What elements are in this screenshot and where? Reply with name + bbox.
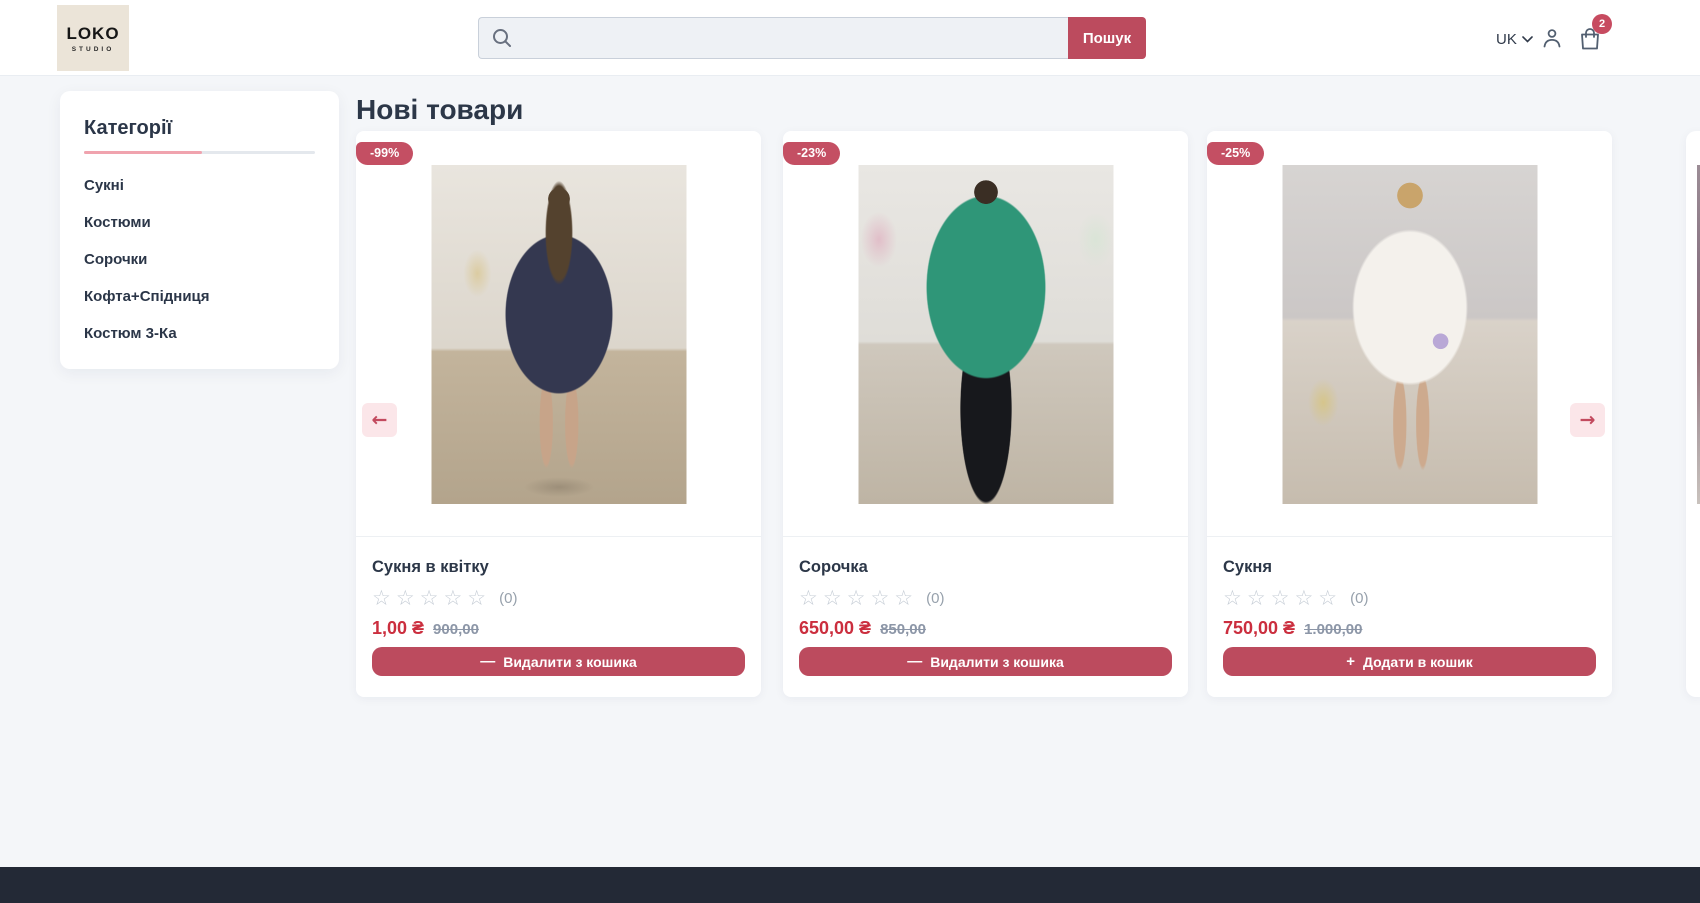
footer bbox=[0, 867, 1700, 903]
language-selector[interactable]: UK bbox=[1496, 28, 1533, 50]
remove-from-cart-button[interactable]: — Видалити з кошика bbox=[799, 647, 1172, 676]
product-image-section: -25% bbox=[1207, 131, 1612, 537]
rating-stars-icon: ☆☆☆☆☆ bbox=[372, 588, 491, 609]
product-info: Сорочка ☆☆☆☆☆ (0) 650,00 ₴ 850,00 bbox=[783, 537, 1188, 639]
search-button[interactable]: Пошук bbox=[1068, 17, 1146, 59]
logo-title: LOKO bbox=[66, 24, 119, 44]
product-title[interactable]: Сорочка bbox=[799, 558, 1172, 577]
arrow-left-icon: ← bbox=[372, 409, 388, 431]
product-info: Сукня в квітку ☆☆☆☆☆ (0) 1,00 ₴ 900,00 bbox=[356, 537, 761, 639]
discount-badge: -23% bbox=[783, 142, 840, 165]
add-to-cart-button[interactable]: + Додати в кошик bbox=[1223, 647, 1596, 676]
product-card: -99% Сукня в квітку ☆☆☆☆☆ (0) 1,00 ₴ 900… bbox=[356, 131, 761, 697]
remove-from-cart-button[interactable]: — Видалити з кошика bbox=[372, 647, 745, 676]
next-product-card-peek bbox=[1686, 131, 1700, 697]
page-title: Нові товари bbox=[356, 94, 523, 126]
discount-badge: -99% bbox=[356, 142, 413, 165]
search-bar: Пошук bbox=[478, 17, 1146, 59]
rating-stars-icon: ☆☆☆☆☆ bbox=[799, 588, 918, 609]
search-icon bbox=[491, 27, 513, 49]
cart-count-badge: 2 bbox=[1592, 14, 1612, 34]
language-label: UK bbox=[1496, 31, 1517, 48]
button-label: Видалити з кошика bbox=[930, 654, 1064, 670]
minus-icon: — bbox=[480, 654, 495, 669]
header: LOKO STUDIO Пошук UK 2 bbox=[0, 0, 1700, 76]
product-info: Сукня ☆☆☆☆☆ (0) 750,00 ₴ 1.000,00 bbox=[1207, 537, 1612, 639]
old-price: 1.000,00 bbox=[1304, 621, 1362, 638]
current-price: 750,00 ₴ bbox=[1223, 618, 1295, 639]
logo-subtitle: STUDIO bbox=[72, 46, 115, 53]
rating-count: (0) bbox=[926, 590, 944, 607]
chevron-down-icon bbox=[1522, 36, 1533, 43]
product-image[interactable] bbox=[431, 165, 686, 504]
carousel-prev-button[interactable]: ← bbox=[362, 403, 397, 437]
categories-list: Сукні Костюми Сорочки Кофта+Спідниця Кос… bbox=[84, 178, 315, 342]
rating-row: ☆☆☆☆☆ (0) bbox=[1223, 588, 1596, 609]
sidebar-item-suits[interactable]: Костюми bbox=[84, 215, 315, 231]
product-image-section: -23% bbox=[783, 131, 1188, 537]
old-price: 900,00 bbox=[433, 621, 479, 638]
product-title[interactable]: Сукня bbox=[1223, 558, 1596, 577]
product-image[interactable] bbox=[1282, 165, 1537, 504]
product-card: -25% Сукня ☆☆☆☆☆ (0) 750,00 ₴ 1.000,00 +… bbox=[1207, 131, 1612, 697]
product-card: -23% Сорочка ☆☆☆☆☆ (0) 650,00 ₴ 850,00 —… bbox=[783, 131, 1188, 697]
logo[interactable]: LOKO STUDIO bbox=[57, 5, 129, 71]
search-input[interactable] bbox=[478, 17, 1068, 59]
arrow-right-icon: → bbox=[1580, 409, 1596, 431]
rating-count: (0) bbox=[1350, 590, 1368, 607]
product-title[interactable]: Сукня в квітку bbox=[372, 558, 745, 577]
discount-badge: -25% bbox=[1207, 142, 1264, 165]
button-label: Додати в кошик bbox=[1363, 654, 1473, 670]
product-image-section: -99% bbox=[356, 131, 761, 537]
current-price: 1,00 ₴ bbox=[372, 618, 424, 639]
plus-icon: + bbox=[1346, 654, 1355, 669]
categories-panel: Категорії Сукні Костюми Сорочки Кофта+Сп… bbox=[60, 91, 339, 369]
rating-row: ☆☆☆☆☆ (0) bbox=[372, 588, 745, 609]
sidebar-item-dresses[interactable]: Сукні bbox=[84, 178, 315, 194]
current-price: 650,00 ₴ bbox=[799, 618, 871, 639]
product-image[interactable] bbox=[858, 165, 1113, 504]
minus-icon: — bbox=[907, 654, 922, 669]
old-price: 850,00 bbox=[880, 621, 926, 638]
rating-stars-icon: ☆☆☆☆☆ bbox=[1223, 588, 1342, 609]
user-account-icon[interactable] bbox=[1541, 27, 1563, 49]
button-label: Видалити з кошика bbox=[503, 654, 637, 670]
rating-row: ☆☆☆☆☆ (0) bbox=[799, 588, 1172, 609]
price-row: 650,00 ₴ 850,00 bbox=[799, 618, 1172, 639]
carousel-next-button[interactable]: → bbox=[1570, 403, 1605, 437]
categories-title: Категорії bbox=[84, 117, 315, 140]
sidebar-item-shirts[interactable]: Сорочки bbox=[84, 252, 315, 268]
price-row: 750,00 ₴ 1.000,00 bbox=[1223, 618, 1596, 639]
sidebar-item-suit-3[interactable]: Костюм 3-Ка bbox=[84, 326, 315, 342]
rating-count: (0) bbox=[499, 590, 517, 607]
price-row: 1,00 ₴ 900,00 bbox=[372, 618, 745, 639]
sidebar-item-top-skirt[interactable]: Кофта+Спідниця bbox=[84, 289, 315, 305]
categories-divider bbox=[84, 151, 315, 154]
